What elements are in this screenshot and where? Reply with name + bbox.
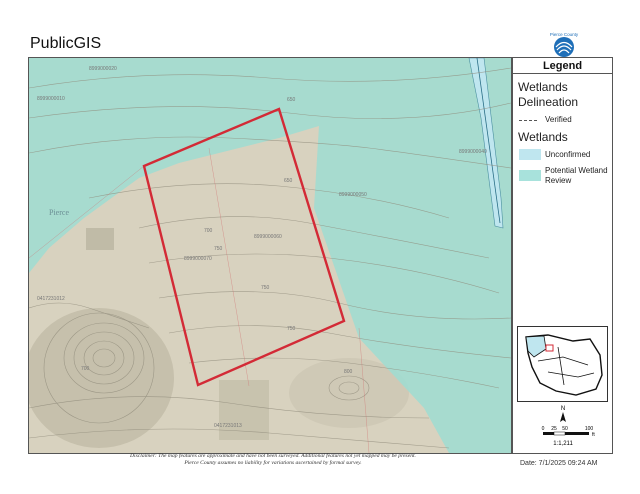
swatch-unconfirmed-icon: [519, 149, 541, 160]
map-view[interactable]: Pierce 8999000020 8999000010 8999000040 …: [28, 57, 512, 454]
pierce-county-logo: Pierce County: [548, 30, 580, 58]
legend-divider: [513, 73, 612, 74]
contour-label: 750: [261, 285, 270, 291]
print-date: Date: 7/1/2025 09:24 AM: [520, 460, 598, 467]
parcel-label: 8999000010: [37, 96, 65, 102]
scale-tick-label: 50: [562, 426, 568, 432]
place-label: Pierce: [49, 208, 69, 217]
contour-label: 750: [214, 246, 223, 252]
scale-ratio: 1:1,211: [553, 441, 573, 447]
parcel-label: 8999000060: [254, 234, 282, 240]
contour-label: 750: [287, 326, 296, 332]
legend-title: Legend: [542, 60, 583, 72]
contour-label: 800: [344, 369, 353, 375]
disclaimer: Disclaimer: The map features are approxi…: [78, 453, 468, 467]
scale-segment: [543, 432, 554, 435]
scale-tick-label: 25: [551, 426, 557, 432]
legend-item-unconfirmed: Unconfirmed: [545, 150, 591, 159]
logo-text: Pierce County: [550, 32, 579, 37]
contour-label: 700: [204, 228, 213, 234]
swatch-potential-icon: [519, 170, 541, 181]
parcel-label: 0417231013: [214, 423, 242, 429]
scale-bar: N 0 25 50 100 ft 1:1,211: [519, 403, 607, 449]
scale-tick-label: 0: [542, 426, 545, 432]
north-label: N: [561, 406, 565, 412]
scale-segment: [565, 432, 589, 435]
scale-segment: [553, 431, 566, 436]
disclaimer-line: Pierce County assumes no liability for v…: [184, 460, 362, 466]
contour-label: 650: [287, 97, 296, 103]
contour-label: 650: [284, 178, 293, 184]
clearing-patch: [86, 228, 114, 250]
hillshade-mountain: [29, 308, 174, 448]
contour-label: 700: [81, 366, 90, 372]
legend-item-potential: Potential Wetland Review: [545, 166, 608, 185]
parcel-label: 8999000070: [184, 256, 212, 262]
legend-group-wetlands: Wetlands: [518, 130, 568, 144]
parcel-label: 8999000020: [89, 66, 117, 72]
legend-item-verified: Verified: [545, 115, 572, 124]
north-arrow-icon: [560, 412, 566, 422]
scale-unit: ft: [592, 432, 595, 438]
overview-map[interactable]: [517, 326, 608, 402]
dashed-line-icon: [519, 120, 537, 121]
app-title: PublicGIS: [30, 35, 102, 52]
parcel-label: 8999000040: [459, 149, 487, 155]
parcel-label: 8999000050: [339, 192, 367, 198]
parcel-label: 0417231012: [37, 296, 65, 302]
disclaimer-line: Disclaimer: The map features are approxi…: [130, 453, 416, 459]
legend-panel: Legend Wetlands Delineation Verified Wet…: [512, 57, 613, 454]
legend-group-delineation: Wetlands Delineation: [518, 80, 579, 109]
